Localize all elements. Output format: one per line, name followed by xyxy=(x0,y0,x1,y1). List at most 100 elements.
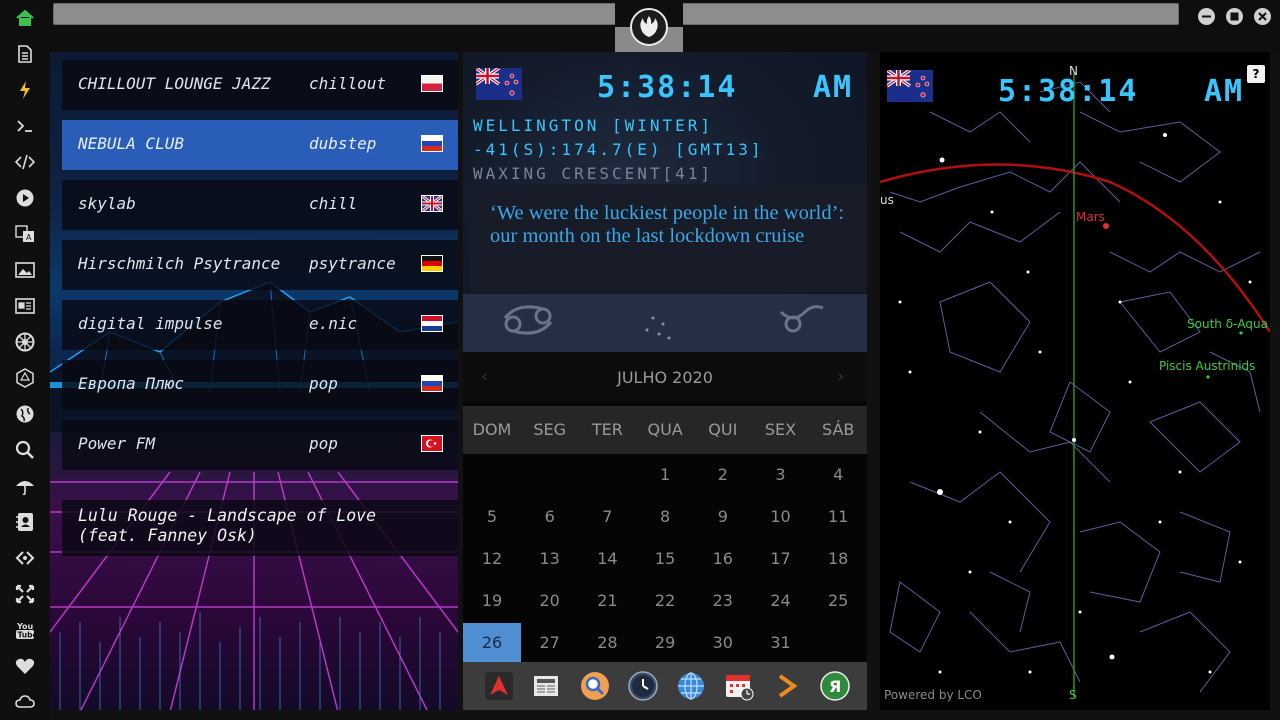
calendar-day[interactable]: 11 xyxy=(809,497,867,537)
code-icon[interactable] xyxy=(14,151,36,173)
document-icon[interactable] xyxy=(14,43,36,65)
calendar-day[interactable]: 14 xyxy=(578,539,636,579)
news-headline-card[interactable]: ‘We were the luckiest people in the worl… xyxy=(470,184,867,292)
station-name: digital impulse xyxy=(78,314,223,333)
calendar-day[interactable]: 7 xyxy=(578,497,636,537)
chevron-right-icon[interactable]: › xyxy=(837,366,844,387)
station-genre: chill xyxy=(309,194,358,213)
image-icon[interactable] xyxy=(14,259,36,281)
share-icon[interactable] xyxy=(14,547,36,569)
calendar-day[interactable]: 28 xyxy=(578,623,636,663)
cloud-icon[interactable] xyxy=(14,691,36,713)
now-playing-title: Lulu Rouge - Landscape of Love xyxy=(78,506,377,525)
play-icon[interactable] xyxy=(14,187,36,209)
calendar-header: ‹ JULHO 2020 › xyxy=(463,352,867,402)
turkey-flag-icon xyxy=(421,435,443,452)
russia-flag-icon xyxy=(421,375,443,392)
calendar-day[interactable]: 4 xyxy=(809,455,867,495)
weekday-label: QUA xyxy=(647,420,683,439)
hexagon-icon[interactable] xyxy=(14,367,36,389)
forward-icon[interactable] xyxy=(771,670,803,702)
sky-clock-time: 5:38:14 xyxy=(998,74,1139,109)
calendar-day[interactable]: 1 xyxy=(636,455,694,495)
calendar-day[interactable]: 6 xyxy=(521,497,579,537)
calendar-day[interactable]: 17 xyxy=(752,539,810,579)
calendar-day[interactable]: 23 xyxy=(694,581,752,621)
calendar-day[interactable]: 31 xyxy=(752,623,810,663)
help-button[interactable]: ? xyxy=(1247,65,1265,83)
news-app-icon[interactable] xyxy=(531,670,563,702)
calendar-day[interactable]: 13 xyxy=(521,539,579,579)
poland-flag-icon xyxy=(421,75,443,92)
heart-icon[interactable] xyxy=(14,655,36,677)
powered-by-label: Powered by LCO xyxy=(884,688,982,702)
calendar-day[interactable]: 9 xyxy=(694,497,752,537)
calendar-day[interactable]: 30 xyxy=(694,623,752,663)
calendar-day[interactable]: 19 xyxy=(463,581,521,621)
calendar-day[interactable]: 20 xyxy=(521,581,579,621)
station-item[interactable]: Hirschmilch Psytrance psytrance xyxy=(62,240,458,290)
calendar-day[interactable]: 15 xyxy=(636,539,694,579)
station-genre: pop xyxy=(309,434,338,453)
calendar-day[interactable]: 29 xyxy=(636,623,694,663)
weekday-label: SÁB xyxy=(822,420,855,439)
contact-icon[interactable] xyxy=(14,511,36,533)
calendar-day[interactable]: 25 xyxy=(809,581,867,621)
empire-icon[interactable] xyxy=(14,331,36,353)
station-item[interactable]: skylab chill xyxy=(62,180,458,230)
calendar-day[interactable]: 10 xyxy=(752,497,810,537)
sky-map-panel[interactable]: 5:38:14 AM N S ? us Mars South δ-Aqua Pi… xyxy=(880,52,1270,710)
maximize-button[interactable] xyxy=(1226,8,1243,25)
station-item[interactable]: digital impulse e.nic xyxy=(62,300,458,350)
station-item-active[interactable]: NEBULA CLUB dubstep xyxy=(62,120,458,170)
terminal-icon[interactable] xyxy=(14,115,36,137)
station-name: Power FM xyxy=(78,434,156,453)
station-item[interactable]: Европа Плюс pop xyxy=(62,360,458,410)
calendar-day[interactable]: 24 xyxy=(752,581,810,621)
expand-icon[interactable] xyxy=(14,583,36,605)
svg-text:A: A xyxy=(26,233,32,242)
yandex-icon[interactable]: Я xyxy=(819,670,851,702)
logo-tab[interactable] xyxy=(615,0,683,52)
now-playing-subtitle: (feat. Fanney Osk) xyxy=(78,526,257,545)
bolt-icon[interactable] xyxy=(14,79,36,101)
search-app-icon[interactable] xyxy=(579,670,611,702)
news-icon[interactable] xyxy=(14,295,36,317)
south-label: S xyxy=(1069,688,1077,702)
calendar-day[interactable]: 22 xyxy=(636,581,694,621)
umbrella-icon[interactable] xyxy=(14,475,36,497)
weekday-label: DOM xyxy=(472,420,512,439)
youtube-icon[interactable]: YouTube xyxy=(14,619,36,641)
calendar-day[interactable]: 18 xyxy=(809,539,867,579)
germany-flag-icon xyxy=(421,255,443,272)
station-name: CHILLOUT LOUNGE JAZZ xyxy=(78,74,271,93)
weekday-header-row: DOM SEG TER QUA QUI SEX SÁB xyxy=(463,406,867,454)
station-name: Hirschmilch Psytrance xyxy=(78,254,281,273)
app-window: A YouTube xyxy=(0,0,1280,720)
calendar-day[interactable]: 12 xyxy=(463,539,521,579)
minimize-button[interactable] xyxy=(1198,8,1215,25)
calendar-day[interactable]: 2 xyxy=(694,455,752,495)
calendar-app-icon[interactable] xyxy=(723,670,755,702)
mars-label: Mars xyxy=(1076,210,1105,224)
station-item[interactable]: Power FM pop xyxy=(62,420,458,470)
calendar-day[interactable]: 21 xyxy=(578,581,636,621)
news-headline[interactable]: ‘We were the luckiest people in the worl… xyxy=(490,202,857,248)
arch-icon[interactable] xyxy=(483,670,515,702)
calendar-day[interactable]: 16 xyxy=(694,539,752,579)
calendar-day-today[interactable]: 26 xyxy=(463,623,521,663)
calendar-day[interactable]: 8 xyxy=(636,497,694,537)
star-chart xyxy=(880,72,1270,697)
browser-icon[interactable] xyxy=(675,670,707,702)
calendar-day[interactable]: 3 xyxy=(752,455,810,495)
station-item[interactable]: CHILLOUT LOUNGE JAZZ chillout xyxy=(62,60,458,110)
clock-app-icon[interactable] xyxy=(627,670,659,702)
translate-icon[interactable]: A xyxy=(14,223,36,245)
calendar-day[interactable]: 5 xyxy=(463,497,521,537)
search-icon[interactable] xyxy=(14,439,36,461)
home-icon[interactable] xyxy=(14,7,36,29)
close-button[interactable] xyxy=(1254,8,1271,25)
globe-icon[interactable] xyxy=(14,403,36,425)
calendar-day[interactable]: 27 xyxy=(521,623,579,663)
sky-clock-ampm: AM xyxy=(1204,74,1245,109)
